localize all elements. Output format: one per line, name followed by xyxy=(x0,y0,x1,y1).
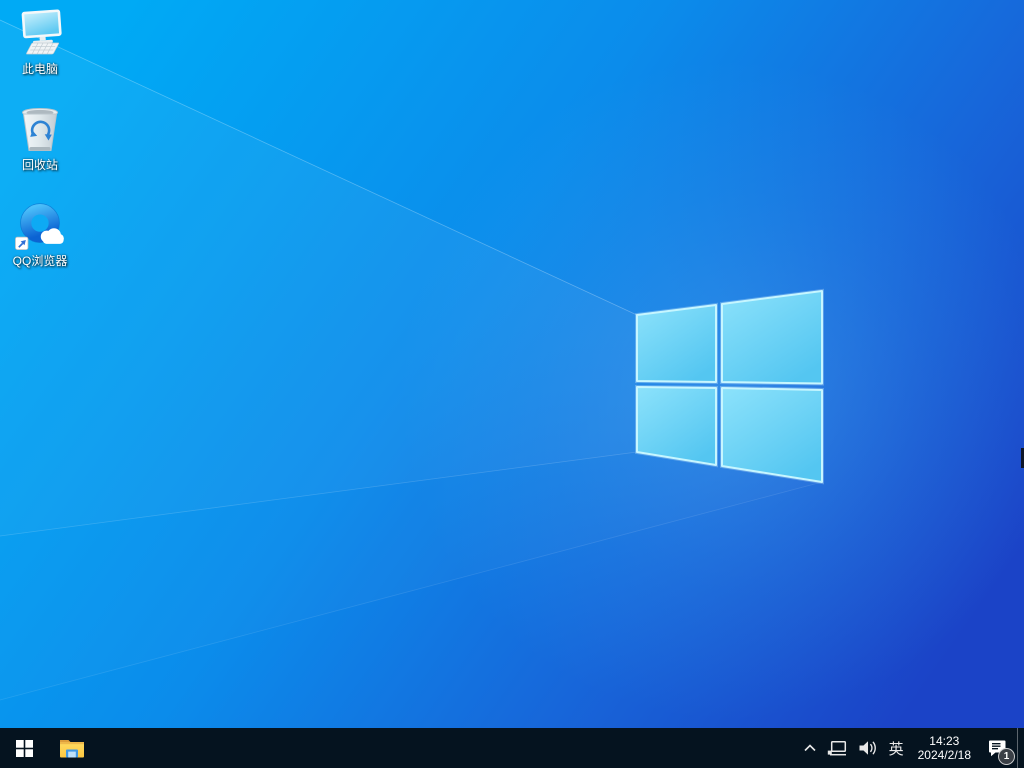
computer-icon xyxy=(14,6,66,62)
shortcut-arrow-icon xyxy=(15,237,28,250)
show-hidden-icons-button[interactable] xyxy=(798,728,822,768)
file-explorer-icon xyxy=(59,737,85,759)
desktop-icon-this-pc[interactable]: 此电脑 xyxy=(2,6,78,96)
network-ethernet-icon xyxy=(827,740,848,757)
desktop-icon-label: QQ浏览器 xyxy=(13,255,68,269)
speaker-icon xyxy=(858,740,878,756)
desktop: 此电脑 xyxy=(0,0,1024,768)
desktop-icon-grid: 此电脑 xyxy=(2,6,78,288)
clock-time: 14:23 xyxy=(918,734,971,748)
desktop-icon-qq-browser[interactable]: QQ浏览器 xyxy=(2,198,78,288)
desktop-icon-label: 回收站 xyxy=(22,159,58,173)
chevron-up-icon xyxy=(803,743,817,753)
taskbar-clock[interactable]: 14:23 2024/2/18 xyxy=(910,734,979,762)
windows-start-icon xyxy=(16,740,33,757)
qq-browser-icon xyxy=(14,198,66,254)
ime-indicator[interactable]: 英 xyxy=(883,728,910,768)
volume-button[interactable] xyxy=(853,728,883,768)
start-button[interactable] xyxy=(0,728,48,768)
desktop-icon-recycle-bin[interactable]: 回收站 xyxy=(2,102,78,192)
desktop-icon-label: 此电脑 xyxy=(22,63,58,77)
notification-badge: 1 xyxy=(998,748,1015,765)
wallpaper-windows-logo xyxy=(0,0,1024,728)
show-desktop-button[interactable] xyxy=(1017,728,1024,768)
file-explorer-button[interactable] xyxy=(48,728,96,768)
system-tray: 英 14:23 2024/2/18 1 xyxy=(798,728,1024,768)
ime-label: 英 xyxy=(889,738,904,759)
network-button[interactable] xyxy=(822,728,853,768)
recycle-bin-icon xyxy=(14,102,66,158)
taskbar: 英 14:23 2024/2/18 1 xyxy=(0,728,1024,768)
clock-date: 2024/2/18 xyxy=(918,748,971,762)
action-center-button[interactable]: 1 xyxy=(979,728,1017,768)
